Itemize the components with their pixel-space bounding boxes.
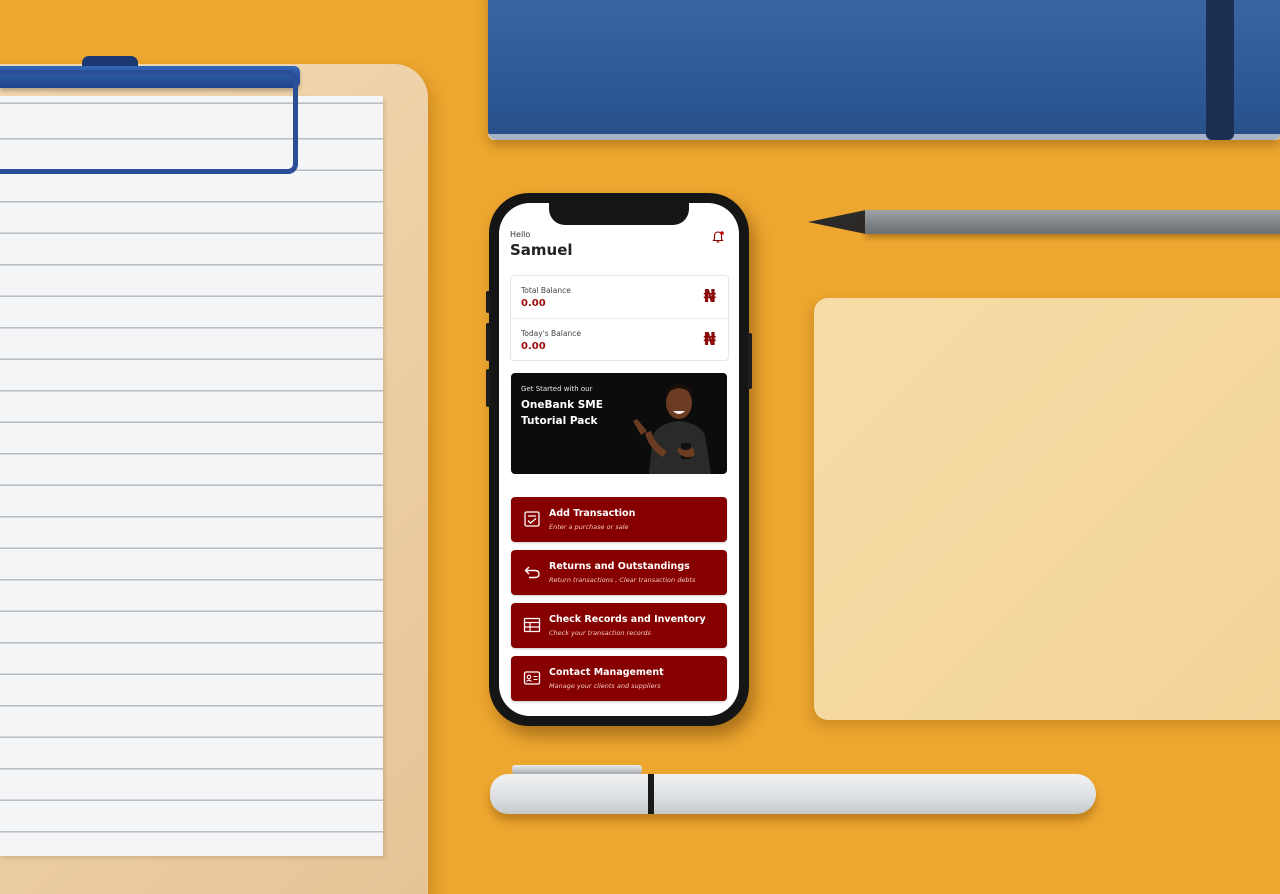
action-subtitle: Return transactions , Clear transaction … [549, 576, 696, 584]
bell-icon[interactable] [711, 230, 725, 244]
add-transaction-button[interactable]: Add Transaction Enter a purchase or sale [511, 497, 727, 542]
phone-notch [549, 203, 689, 225]
return-arrow-icon [524, 566, 540, 579]
user-name: Samuel [510, 241, 573, 259]
returns-outstandings-button[interactable]: Returns and Outstandings Return transact… [511, 550, 727, 595]
contact-management-button[interactable]: Contact Management Manage your clients a… [511, 656, 727, 701]
app-screen: Hello Samuel Total Balance 0.00 ₦ Today'… [499, 203, 739, 716]
pen-clip [512, 765, 642, 774]
naira-icon: ₦ [703, 329, 716, 350]
today-balance-value: 0.00 [521, 341, 546, 352]
notebook-band [1206, 0, 1234, 140]
naira-icon: ₦ [703, 286, 716, 307]
action-title: Check Records and Inventory [549, 614, 706, 625]
total-balance-row[interactable]: Total Balance 0.00 ₦ [511, 276, 728, 318]
notepad [814, 298, 1280, 720]
action-subtitle: Check your transaction records [549, 629, 651, 637]
today-balance-label: Today's Balance [521, 329, 581, 338]
banner-subtitle: Get Started with our [521, 385, 593, 393]
phone: Hello Samuel Total Balance 0.00 ₦ Today'… [486, 193, 752, 726]
pencil-tip [808, 210, 866, 234]
total-balance-label: Total Balance [521, 286, 571, 295]
action-subtitle: Enter a purchase or sale [549, 523, 629, 531]
action-subtitle: Manage your clients and suppliers [549, 682, 661, 690]
pen-ring [648, 774, 654, 814]
greeting-text: Hello [510, 230, 531, 239]
action-title: Returns and Outstandings [549, 561, 690, 572]
presenter-image [633, 384, 711, 474]
tutorial-banner[interactable]: Get Started with our OneBank SME Tutoria… [511, 373, 727, 474]
table-icon [523, 617, 541, 633]
clip-wire [0, 70, 298, 174]
total-balance-value: 0.00 [521, 298, 546, 309]
action-title: Add Transaction [549, 508, 636, 519]
check-records-button[interactable]: Check Records and Inventory Check your t… [511, 603, 727, 648]
contact-card-icon [523, 671, 541, 685]
balance-card: Total Balance 0.00 ₦ Today's Balance 0.0… [510, 275, 729, 361]
lined-paper [0, 96, 383, 856]
action-title: Contact Management [549, 667, 664, 678]
pen [490, 774, 1096, 814]
pencil [865, 210, 1280, 234]
checklist-icon [524, 511, 540, 527]
today-balance-row[interactable]: Today's Balance 0.00 ₦ [511, 318, 728, 361]
blue-notebook [488, 0, 1280, 140]
